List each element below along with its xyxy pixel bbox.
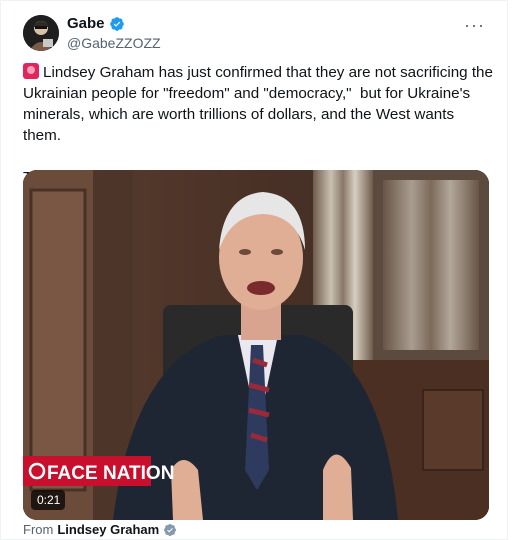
face-nation-right: NATION: [103, 463, 174, 484]
face-nation-left: FACE: [47, 463, 98, 484]
tweet-text: Lindsey Graham has just confirmed that t…: [23, 64, 493, 186]
verified-badge-icon: [109, 16, 124, 31]
video-player[interactable]: FACE NATION 0:21: [23, 170, 489, 520]
author-handle[interactable]: @GabeZZOZZ: [67, 35, 161, 51]
rotating-light-icon: [23, 63, 39, 79]
attribution-prefix: From: [23, 522, 54, 537]
verified-badge-icon: [164, 523, 177, 536]
avatar[interactable]: [23, 15, 59, 51]
video-duration: 0:21: [37, 493, 61, 507]
more-horizontal-icon[interactable]: ···: [464, 15, 485, 36]
author-name[interactable]: Gabe: [67, 15, 105, 32]
tweet-card[interactable]: Gabe @GabeZZOZZ ··· Lindsey Graham has j…: [0, 0, 508, 540]
attribution: From Lindsey Graham: [23, 522, 177, 537]
attribution-source[interactable]: Lindsey Graham: [57, 522, 159, 537]
video-frame: FACE NATION 0:21: [23, 170, 489, 520]
